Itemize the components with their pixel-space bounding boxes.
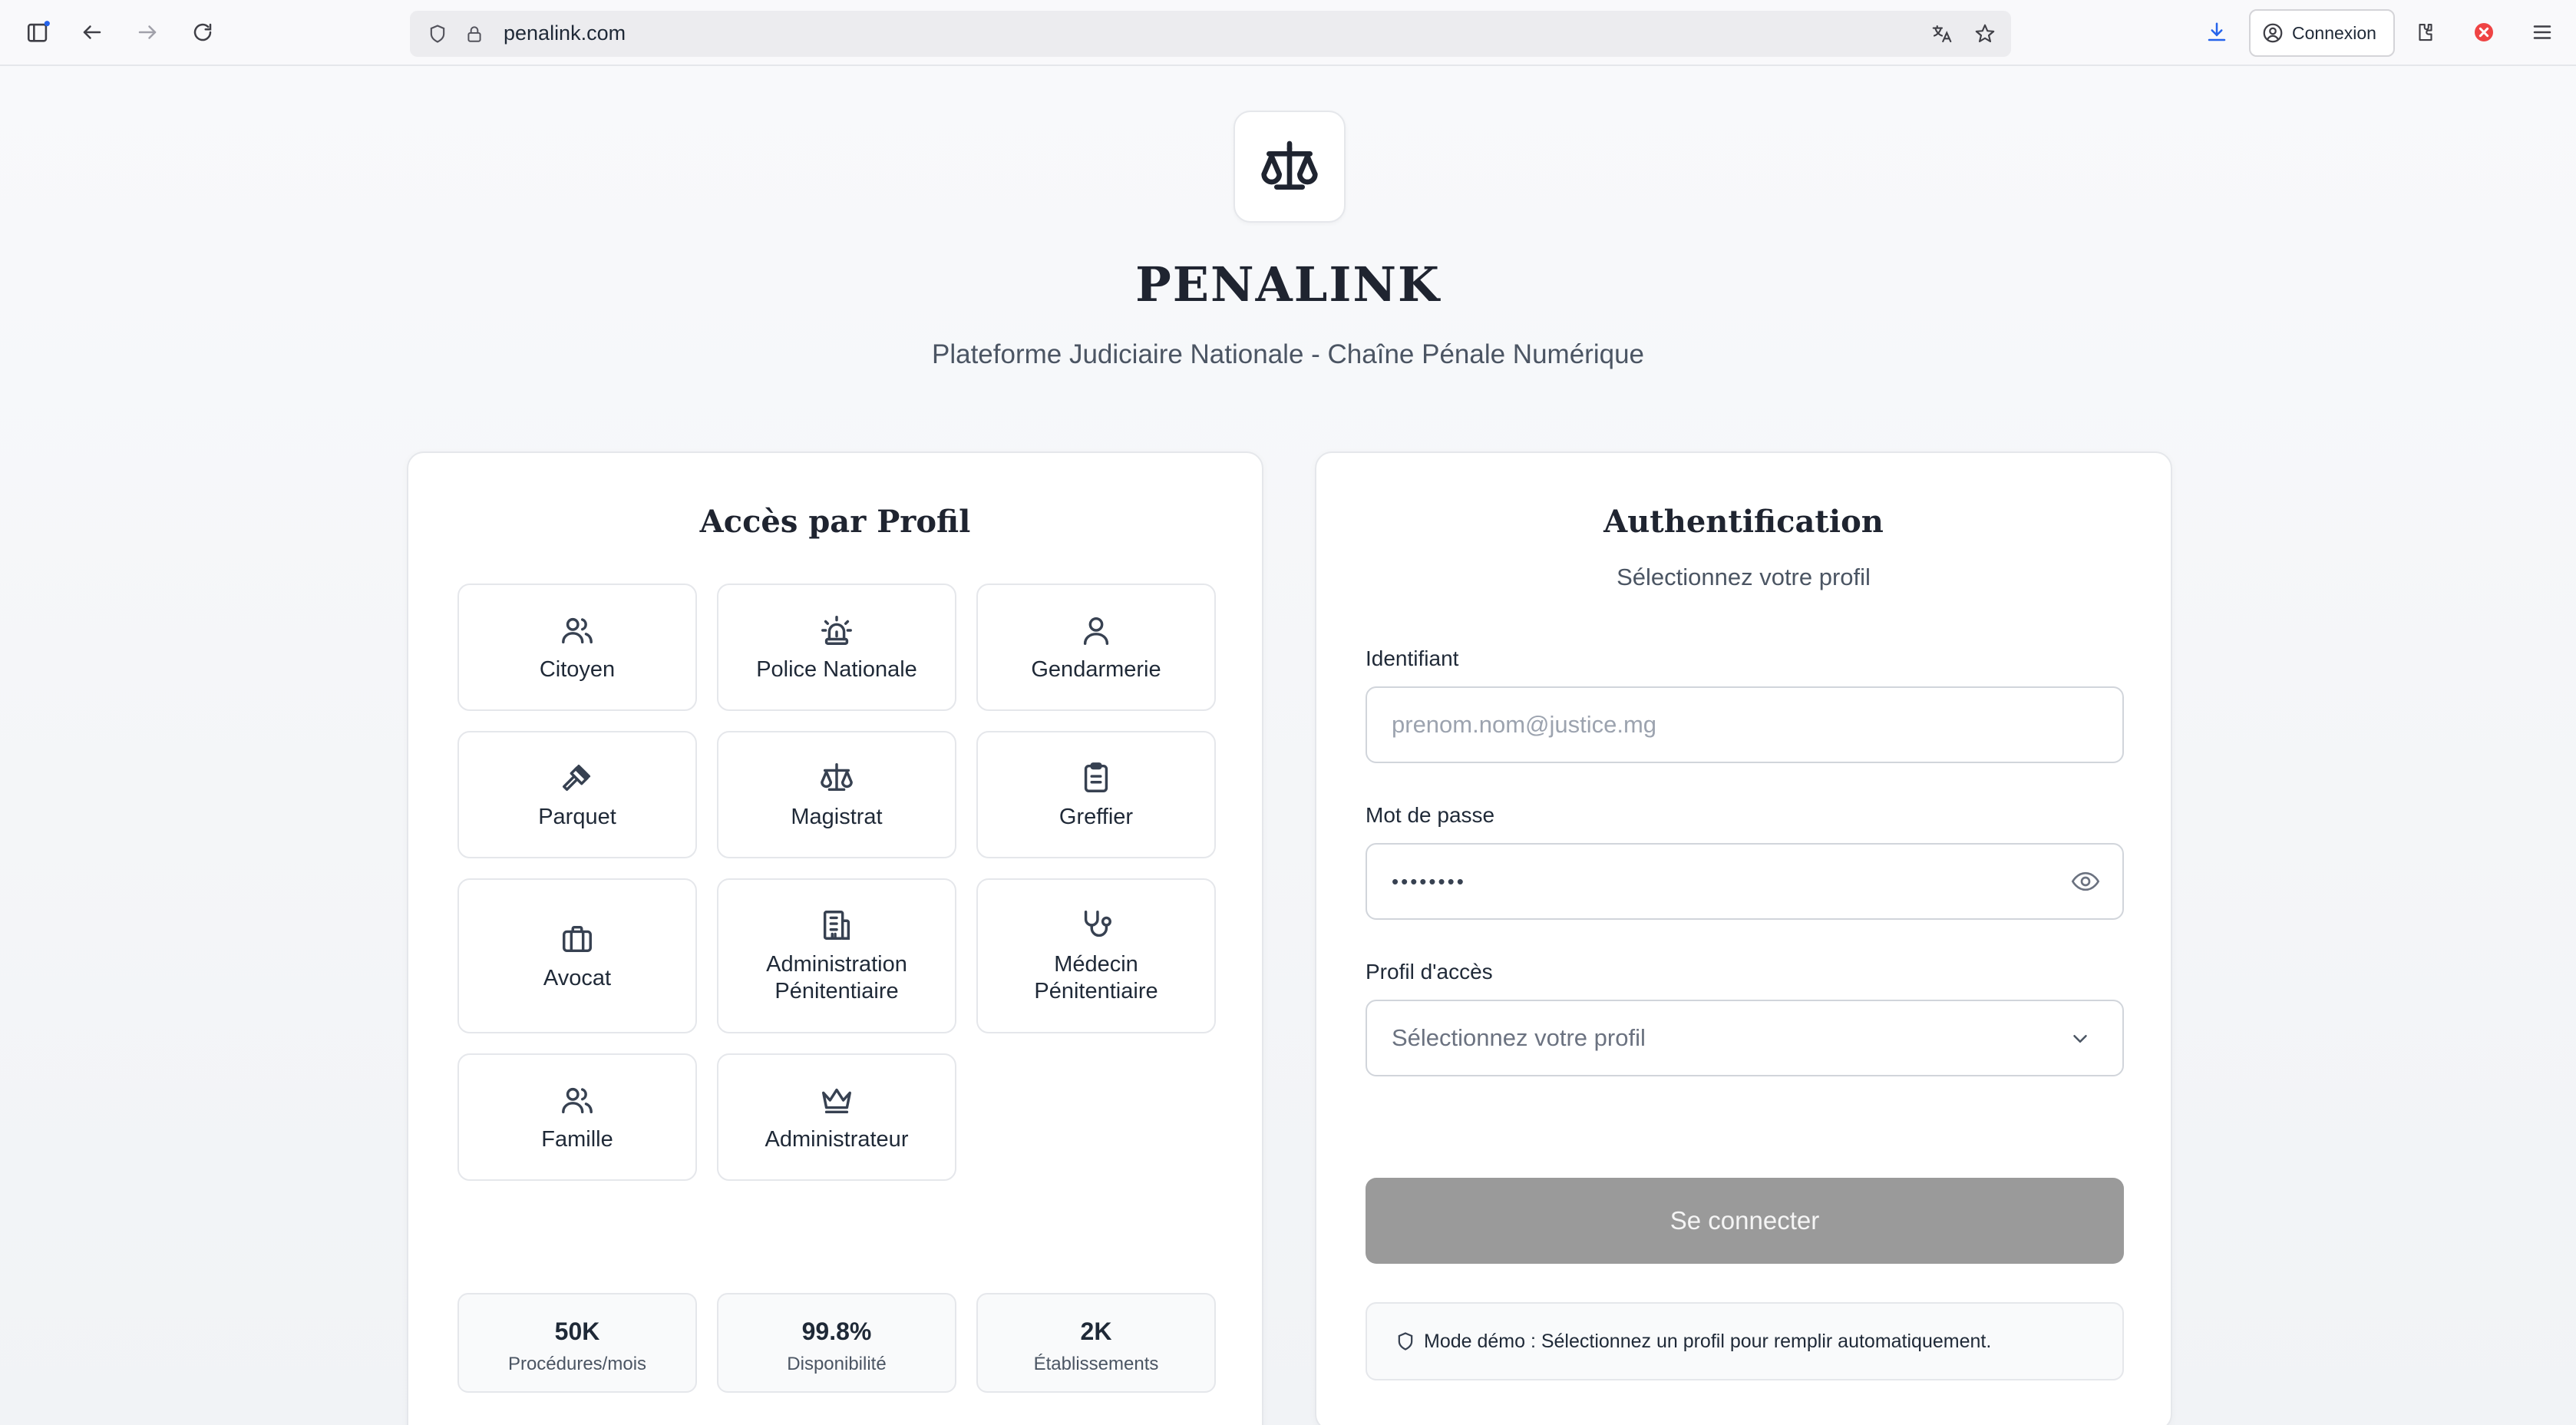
stat-value: 50K xyxy=(554,1318,600,1345)
password-value: •••••••• xyxy=(1392,869,1466,893)
bookmark-star-icon[interactable] xyxy=(1971,20,1999,48)
profile-tile-avocat[interactable]: Avocat xyxy=(457,878,697,1033)
profile-tile-medecin-penitentiaire[interactable]: Médecin Pénitentiaire xyxy=(976,878,1216,1033)
extension-badge-icon[interactable] xyxy=(2469,17,2499,48)
reload-icon[interactable] xyxy=(187,17,218,48)
profile-tile-magistrat[interactable]: Magistrat xyxy=(717,731,956,858)
profile-tile-label: Greffier xyxy=(1058,804,1134,829)
profile-tile-parquet[interactable]: Parquet xyxy=(457,731,697,858)
stat-value: 99.8% xyxy=(801,1318,872,1345)
browser-toolbar: penalink.com Connexion xyxy=(0,0,2576,66)
demo-mode-notice: Mode démo : Sélectionnez un profil pour … xyxy=(1366,1302,2124,1380)
briefcase-icon xyxy=(560,921,595,957)
profile-select-value: Sélectionnez votre profil xyxy=(1392,1024,1646,1051)
profile-tile-label: Magistrat xyxy=(791,804,883,829)
account-circle-icon xyxy=(2261,21,2284,45)
back-icon[interactable] xyxy=(77,17,107,48)
menu-icon[interactable] xyxy=(2527,17,2558,48)
identifier-input[interactable] xyxy=(1366,686,2124,763)
demo-mode-text: Mode démo : Sélectionnez un profil pour … xyxy=(1424,1330,1992,1352)
authentication-title: Authentification xyxy=(1603,504,1884,540)
profile-tile-label: Avocat xyxy=(543,965,612,990)
password-label: Mot de passe xyxy=(1366,803,1495,827)
url-text[interactable]: penalink.com xyxy=(504,21,626,45)
profile-tile-label: Gendarmerie xyxy=(1031,656,1161,682)
crown-icon xyxy=(819,1082,854,1119)
profile-tile-gendarmerie[interactable]: Gendarmerie xyxy=(976,584,1216,711)
eye-icon[interactable] xyxy=(2070,866,2101,897)
chevron-down-icon xyxy=(2069,1027,2092,1050)
login-page: PENALINK Plateforme Judiciaire Nationale… xyxy=(0,66,2576,1425)
profile-tile-label: Famille xyxy=(541,1126,613,1152)
logo xyxy=(1234,111,1346,223)
profile-tile-label: Médecin Pénitentiaire xyxy=(1034,952,1158,1003)
profile-select[interactable]: Sélectionnez votre profil xyxy=(1366,1000,2124,1076)
user-icon xyxy=(1078,612,1114,649)
users-icon xyxy=(560,1082,595,1119)
profile-select-label: Profil d'accès xyxy=(1366,960,1493,984)
profile-tile-famille[interactable]: Famille xyxy=(457,1053,697,1181)
stat-etablissements: 2K Établissements xyxy=(976,1293,1216,1393)
profile-tile-label: Parquet xyxy=(538,804,616,829)
stat-procedures: 50K Procédures/mois xyxy=(457,1293,697,1393)
profile-tile-label: Administration Pénitentiaire xyxy=(766,952,907,1003)
account-button[interactable]: Connexion xyxy=(2249,9,2395,57)
sidebar-toggle-icon[interactable] xyxy=(23,17,54,48)
identifier-label: Identifiant xyxy=(1366,646,1459,670)
stat-label: Disponibilité xyxy=(787,1354,887,1374)
stethoscope-icon xyxy=(1078,907,1114,944)
profile-tile-police-nationale[interactable]: Police Nationale xyxy=(717,584,956,711)
translate-icon[interactable] xyxy=(1928,20,1956,48)
extensions-icon[interactable] xyxy=(2410,17,2441,48)
account-button-label: Connexion xyxy=(2292,22,2376,43)
profile-access-card: Accès par Profil Citoyen Police National… xyxy=(407,451,1263,1425)
profile-tile-label: Administrateur xyxy=(765,1126,909,1152)
shield-icon xyxy=(1395,1331,1416,1352)
profile-tile-citoyen[interactable]: Citoyen xyxy=(457,584,697,711)
profile-tile-label: Police Nationale xyxy=(756,656,917,682)
authentication-card: Authentification Sélectionnez votre prof… xyxy=(1315,451,2172,1425)
downloads-icon[interactable] xyxy=(2201,17,2232,48)
profile-tile-administrateur[interactable]: Administrateur xyxy=(717,1053,956,1181)
login-button[interactable]: Se connecter xyxy=(1366,1178,2124,1264)
stat-value: 2K xyxy=(1080,1318,1112,1345)
authentication-subtitle: Sélectionnez votre profil xyxy=(1617,564,1871,590)
scale-icon xyxy=(819,759,854,796)
profile-access-title: Accès par Profil xyxy=(699,504,971,540)
lock-icon[interactable] xyxy=(461,20,488,48)
tracking-protection-icon[interactable] xyxy=(424,20,451,48)
address-bar[interactable]: penalink.com xyxy=(410,11,2011,57)
profile-tile-administration-penitentiaire[interactable]: Administration Pénitentiaire xyxy=(717,878,956,1033)
forward-icon[interactable] xyxy=(132,17,163,48)
profile-tile-greffier[interactable]: Greffier xyxy=(976,731,1216,858)
scale-logo-icon xyxy=(1259,136,1320,197)
users-icon xyxy=(560,612,595,649)
gavel-icon xyxy=(560,759,595,796)
stat-label: Établissements xyxy=(1033,1354,1159,1374)
building-icon xyxy=(819,907,854,944)
siren-icon xyxy=(819,612,854,649)
clipboard-icon xyxy=(1078,759,1114,796)
brand-tagline: Plateforme Judiciaire Nationale - Chaîne… xyxy=(932,339,1644,369)
profile-tile-label: Citoyen xyxy=(539,656,616,682)
password-input[interactable]: •••••••• xyxy=(1366,843,2124,920)
stat-label: Procédures/mois xyxy=(507,1354,647,1374)
brand-title: PENALINK xyxy=(1135,256,1441,312)
stat-disponibilite: 99.8% Disponibilité xyxy=(717,1293,956,1393)
